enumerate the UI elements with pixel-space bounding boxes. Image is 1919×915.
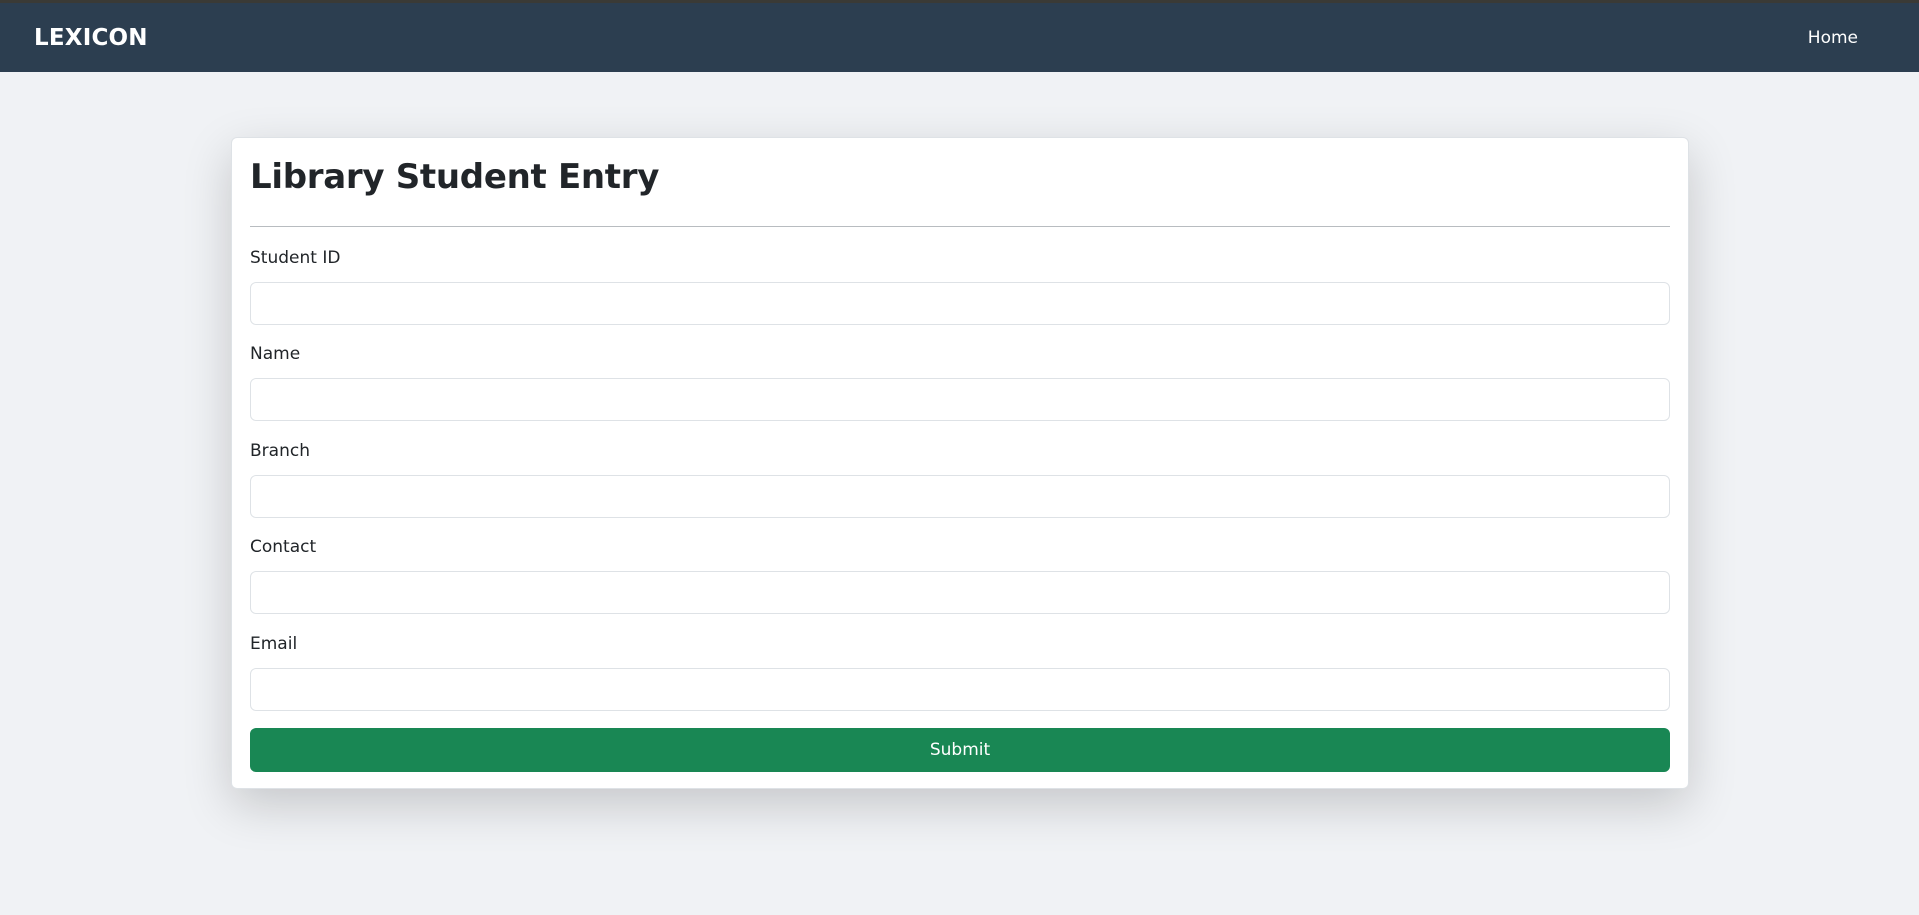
student-id-label: Student ID — [250, 248, 341, 268]
nav-link-home[interactable]: Home — [1808, 28, 1858, 48]
branch-label: Branch — [250, 441, 310, 461]
student-id-input[interactable] — [250, 282, 1670, 325]
name-label: Name — [250, 344, 301, 364]
email-input[interactable] — [250, 668, 1670, 711]
name-input[interactable] — [250, 378, 1670, 421]
contact-label: Contact — [250, 537, 317, 557]
submit-button[interactable]: Submit — [250, 728, 1670, 772]
student-entry-card: Library Student Entry Student ID Name Br… — [231, 137, 1689, 789]
title-divider — [250, 226, 1670, 227]
branch-input[interactable] — [250, 475, 1670, 518]
brand-logo[interactable]: LEXICON — [34, 25, 148, 51]
contact-input[interactable] — [250, 571, 1670, 614]
email-label: Email — [250, 634, 298, 654]
navbar: LEXICON Home — [0, 0, 1919, 72]
page-title: Library Student Entry — [250, 157, 660, 197]
